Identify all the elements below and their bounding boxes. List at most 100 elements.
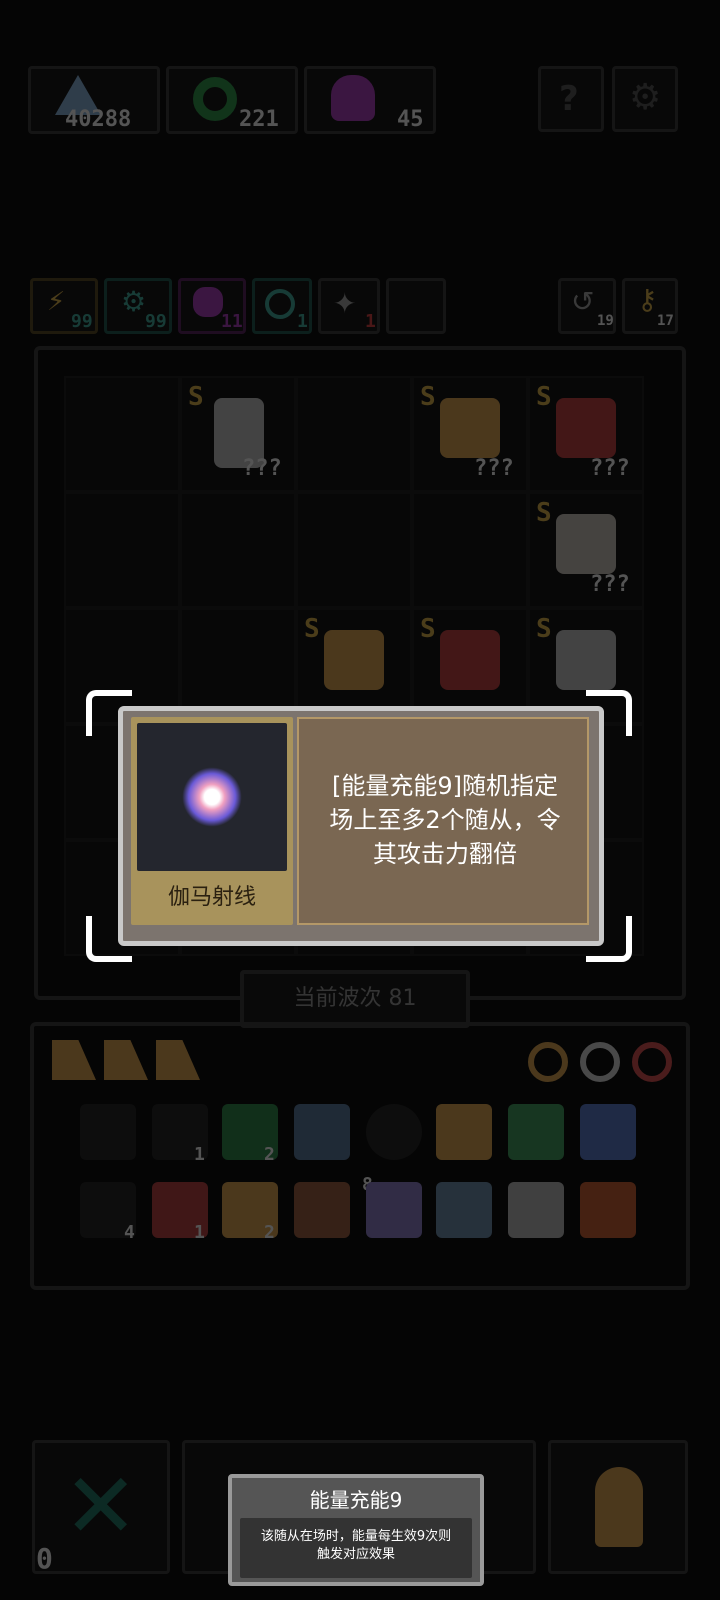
key-count: 17 [657,313,674,329]
item-name: 伽马射线 [167,885,256,910]
bag-item[interactable] [294,1182,350,1238]
stat-energy-value: 1 [365,311,376,332]
gear-icon: ⚙ [629,77,662,118]
bag-item[interactable] [580,1182,636,1238]
board-cell[interactable]: S ??? [528,376,644,492]
bag-item[interactable] [436,1104,492,1160]
item-description-line: 场上至多2个随从，令 [329,806,561,834]
bag-item[interactable] [366,1182,422,1238]
stat-clock: 1 [252,278,312,334]
unit-label: ??? [474,456,514,481]
stat-gear: ⚙ 99 [104,278,172,334]
question-icon: ? [559,79,579,119]
bag-item[interactable] [580,1104,636,1160]
resource-ring: 221 [166,66,298,134]
attack-icon: ⚡ [47,287,66,317]
recycle-count: 19 [597,313,614,329]
ring-slot-icon[interactable] [528,1042,568,1082]
recycle-icon: ↺ [571,285,595,318]
bag-item[interactable] [80,1104,136,1160]
stat-energy: ✦ 1 [318,278,380,334]
gamma-ray-icon [182,767,242,827]
ring-slot-icon[interactable] [632,1042,672,1082]
unit-label: ??? [242,456,282,481]
unit-button[interactable] [548,1440,688,1574]
bag-item-count: 1 [194,1222,205,1243]
item-icon-bg [137,723,287,871]
popup-body: 该随从在场时，能量每生效9次则 触发对应效果 [240,1518,472,1578]
unit-sprite [440,398,500,458]
item-icon-frame: 伽马射线 [131,717,293,925]
unit-label: ??? [590,456,630,481]
board-cell[interactable]: S ??? [180,376,296,492]
key-icon: ⚷ [637,283,658,316]
grade-badge: S [536,614,552,644]
unit-sprite [324,630,384,690]
item-tooltip: 伽马射线 [能量充能9]随机指定 场上至多2个随从，令 其攻击力翻倍 [118,706,604,946]
ring-slot-icon[interactable] [580,1042,620,1082]
key-counter[interactable]: ⚷ 17 [622,278,678,334]
bag-item[interactable] [508,1182,564,1238]
grade-badge: S [304,614,320,644]
unit-sprite [556,514,616,574]
skull-count: 45 [397,107,424,132]
grade-badge: S [536,382,552,412]
popup-body-text: 该随从在场时，能量每生效9次则 触发对应效果 [240,1518,472,1564]
stat-empty-slot [386,278,446,334]
popup-body-line: 触发对应效果 [316,1547,395,1562]
board-cell[interactable] [412,492,528,608]
energy-icon: ✦ [333,287,357,320]
bag-item[interactable] [366,1104,422,1160]
bag-item[interactable] [436,1182,492,1238]
stat-attack-value: 99 [71,311,93,332]
board-cell[interactable] [296,376,412,492]
popup-title: 能量充能9 [309,1488,403,1512]
pawn-icon [595,1467,643,1547]
ring-icon [193,77,237,121]
bag-item[interactable] [294,1104,350,1160]
recycle-counter[interactable]: ↺ 19 [558,278,616,334]
bag-item-count: 1 [194,1144,205,1165]
resource-crystal: 40288 [28,66,160,134]
wave-label: 当前波次 81 [240,970,470,1028]
item-description-line: 其攻击力翻倍 [373,840,517,868]
stat-skull: 11 [178,278,246,334]
bag-item-count: 4 [124,1222,135,1243]
settings-button[interactable]: ⚙ [612,66,678,132]
item-description: [能量充能9]随机指定 场上至多2个随从，令 其攻击力翻倍 [299,769,591,871]
popup-body-line: 该随从在场时，能量每生效9次则 [260,1529,452,1544]
unit-sprite [556,398,616,458]
stat-clock-value: 1 [297,311,308,332]
grade-badge: S [188,382,204,412]
resource-skull: 45 [304,66,436,134]
item-description-box: [能量充能9]随机指定 场上至多2个随从，令 其攻击力翻倍 [297,717,589,925]
unit-sprite [440,630,500,690]
board-cell[interactable] [64,376,180,492]
left-counter: 0 [36,1542,53,1575]
item-description-line: [能量充能9]随机指定 [332,772,558,800]
stat-gear-value: 99 [145,311,167,332]
board-cell[interactable] [180,492,296,608]
bag-item[interactable] [508,1104,564,1160]
bag-item-count: 2 [264,1222,275,1243]
grade-badge: S [420,614,436,644]
unit-sprite [556,630,616,690]
board-cell[interactable]: S ??? [412,376,528,492]
ring-count: 221 [239,107,279,132]
help-button[interactable]: ? [538,66,604,132]
grade-badge: S [536,498,552,528]
clock-icon [265,289,295,319]
stat-attack: ⚡ 99 [30,278,98,334]
skull-icon [331,75,375,121]
keyword-popup: 能量充能9 该随从在场时，能量每生效9次则 触发对应效果 [228,1474,484,1586]
board-cell[interactable] [296,492,412,608]
unit-label: ??? [590,572,630,597]
board-cell[interactable]: S ??? [528,492,644,608]
skull-icon [193,287,223,317]
close-icon: ✕ [63,1454,139,1559]
gear-icon: ⚙ [121,285,147,318]
grade-badge: S [420,382,436,412]
board-cell[interactable] [64,492,180,608]
crystal-count: 40288 [65,107,132,132]
bag-item-count: 2 [264,1144,275,1165]
